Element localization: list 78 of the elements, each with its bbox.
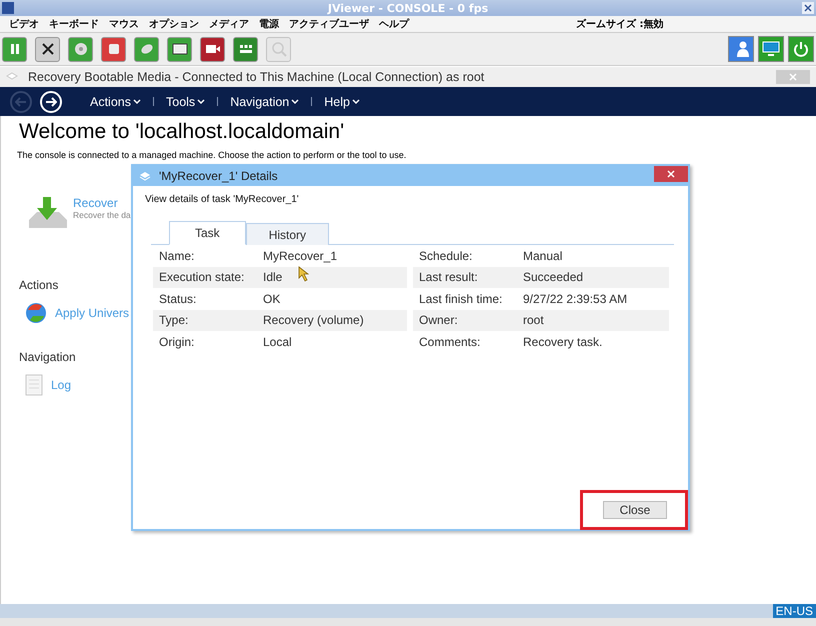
toolbar-button[interactable] bbox=[167, 36, 192, 62]
app-icon bbox=[2, 2, 14, 14]
drive-icon bbox=[106, 42, 120, 56]
field-label: Type: bbox=[159, 313, 190, 328]
app-title: Recovery Bootable Media - Connected to This Machine (Local Connection) as root bbox=[28, 70, 486, 84]
field-label: Comments: bbox=[419, 334, 482, 349]
layers-icon bbox=[6, 72, 18, 82]
menu-item[interactable]: ビデオ bbox=[4, 17, 44, 31]
nav-menu[interactable]: Navigation bbox=[226, 94, 304, 108]
grid-icon bbox=[238, 44, 252, 54]
close-button[interactable] bbox=[654, 166, 688, 182]
close-icon[interactable] bbox=[802, 2, 814, 14]
chevron-icon bbox=[197, 98, 206, 104]
nav-menu[interactable]: Tools bbox=[162, 94, 210, 108]
disc-icon bbox=[74, 42, 88, 56]
pause-icon bbox=[8, 43, 20, 55]
page-heading: Welcome to 'localhost.localdomain' bbox=[19, 120, 346, 144]
field-value: Manual bbox=[523, 248, 562, 263]
field-value: Local bbox=[263, 334, 292, 349]
forward-arrow-icon bbox=[45, 96, 57, 106]
field-value: 9/27/22 2:39:53 AM bbox=[523, 292, 628, 306]
field-value: Idle bbox=[263, 270, 282, 284]
sync-globe-icon bbox=[25, 302, 47, 324]
layers-icon bbox=[139, 171, 151, 181]
toolbar-button[interactable] bbox=[200, 36, 225, 62]
chevron-icon bbox=[291, 98, 300, 104]
arrows-icon bbox=[40, 42, 54, 56]
tab[interactable]: Task bbox=[169, 221, 246, 245]
close-button[interactable]: Close bbox=[603, 501, 667, 519]
keyboard-icon bbox=[172, 43, 188, 55]
field-label: Status: bbox=[159, 292, 198, 306]
tab[interactable]: History bbox=[246, 223, 330, 245]
cursor-icon bbox=[298, 266, 310, 282]
field-label: Schedule: bbox=[419, 248, 474, 263]
close-icon bbox=[667, 170, 675, 178]
zoom-status: ズームサイズ :無効 bbox=[576, 18, 664, 31]
menu-item[interactable]: 電源 bbox=[254, 17, 284, 31]
field-value: OK bbox=[263, 292, 280, 306]
nav-menu[interactable]: Help bbox=[320, 94, 364, 108]
download-drive-icon bbox=[27, 196, 67, 230]
chevron-icon bbox=[133, 98, 141, 104]
field-label: Execution state: bbox=[159, 270, 246, 284]
close-icon bbox=[789, 73, 797, 81]
field-value: MyRecover_1 bbox=[263, 248, 338, 263]
field-value: Recovery task. bbox=[523, 334, 602, 349]
menu-item[interactable]: ヘルプ bbox=[374, 17, 414, 31]
menu-item[interactable]: マウス bbox=[104, 17, 144, 31]
section-heading: Actions bbox=[19, 278, 58, 292]
camera-icon bbox=[204, 43, 220, 55]
menu-item[interactable]: アクティブユーザ bbox=[284, 17, 374, 31]
document-icon bbox=[25, 374, 43, 396]
field-label: Origin: bbox=[159, 334, 196, 349]
field-label: Name: bbox=[159, 248, 196, 263]
menu-item[interactable]: オプション bbox=[144, 17, 204, 31]
zoom-icon bbox=[270, 41, 286, 57]
dialog-title: 'MyRecover_1' Details bbox=[159, 169, 279, 183]
section-heading: Navigation bbox=[19, 350, 76, 364]
power-icon bbox=[793, 41, 809, 57]
intro-text: The console is connected to a managed machine. Choose the action to perform or the tool to use. bbox=[17, 150, 408, 160]
field-label: Last finish time: bbox=[419, 292, 504, 306]
field-value: root bbox=[523, 313, 544, 328]
field-value: Succeeded bbox=[523, 270, 584, 284]
window-title: JViewer - CONSOLE - 0 fps bbox=[326, 2, 490, 14]
field-label: Owner: bbox=[419, 313, 459, 328]
back-arrow-icon bbox=[15, 96, 27, 106]
chevron-icon bbox=[352, 98, 360, 104]
toolbar-button[interactable] bbox=[35, 36, 60, 62]
dialog-subtitle: View details of task 'MyRecover_1' bbox=[145, 194, 300, 205]
menu-item[interactable]: メディア bbox=[204, 17, 254, 31]
mouse-icon bbox=[140, 42, 154, 56]
nav-menu[interactable]: Actions bbox=[86, 94, 145, 108]
recover-description: Recover the da bbox=[73, 210, 131, 220]
field-label: Last result: bbox=[419, 270, 479, 284]
language-indicator[interactable]: EN-US bbox=[772, 604, 816, 618]
forward-button[interactable] bbox=[40, 90, 62, 112]
field-value: Recovery (volume) bbox=[263, 313, 364, 328]
monitor-icon bbox=[762, 41, 780, 57]
menu-item[interactable]: キーボード bbox=[44, 17, 104, 31]
